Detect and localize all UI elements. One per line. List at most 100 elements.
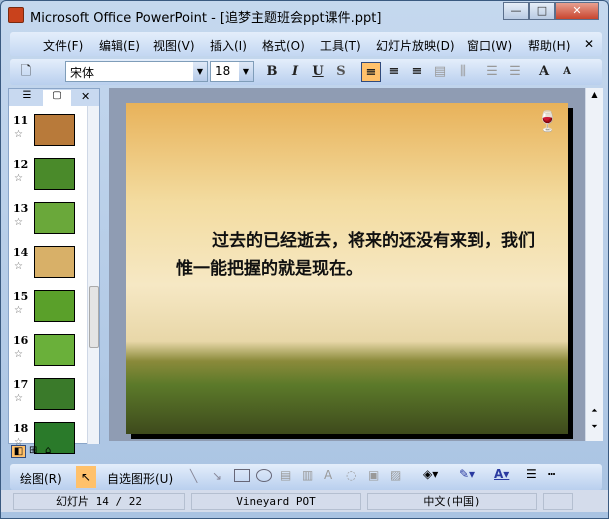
bullets-icon[interactable]: ☰ — [505, 62, 525, 82]
clipart-icon[interactable]: ▣ — [368, 468, 379, 482]
align-center-button[interactable]: ≡ — [384, 62, 404, 82]
select-pointer-icon[interactable]: ↖ — [76, 466, 96, 488]
menu-format[interactable]: 格式(O) — [262, 37, 305, 54]
editor-scrollbar[interactable]: ▲ ⏶ ⏷ — [585, 88, 603, 441]
slide-editor: 🍷 过去的已经逝去，将来的还没有来到，我们惟一能把握的就是现在。 — [109, 88, 585, 441]
minimize-button[interactable]: — — [503, 2, 529, 20]
chevron-down-icon: ▼ — [193, 62, 207, 81]
textbox-icon[interactable]: ▤ — [280, 468, 291, 482]
outline-tab[interactable]: ☰ — [13, 90, 41, 105]
bold-button[interactable]: B — [262, 62, 282, 82]
slideshow-icon[interactable]: ⌂ — [45, 445, 51, 456]
menu-file[interactable]: 文件(F) — [43, 37, 83, 54]
menu-edit[interactable]: 编辑(E) — [99, 37, 140, 54]
animation-star-icon: ☆ — [14, 217, 23, 228]
font-value: 宋体 — [70, 66, 95, 80]
close-pane-button[interactable]: ✕ — [81, 90, 90, 103]
current-slide[interactable]: 🍷 过去的已经逝去，将来的还没有来到，我们惟一能把握的就是现在。 — [126, 103, 568, 434]
powerpoint-icon — [8, 7, 24, 23]
slide-thumbnail[interactable] — [34, 378, 75, 410]
underline-button[interactable]: U — [308, 62, 328, 82]
slide-number: 17 — [13, 378, 29, 391]
language-status: 中文(中国) — [367, 493, 537, 510]
line-color-icon[interactable]: ✎▾ — [459, 467, 475, 481]
autoshapes-menu[interactable]: 自选图形(U) — [107, 470, 173, 487]
draw-menu[interactable]: 绘图(R) — [20, 470, 62, 487]
slide-count: 幻灯片 14 / 22 — [13, 493, 185, 510]
oval-icon[interactable] — [256, 469, 272, 482]
pane-tabs: ☰ ▢ ✕ — [9, 89, 99, 106]
slide-thumbnail-row[interactable]: 13 ☆ — [11, 202, 89, 242]
font-color-icon[interactable]: A▾ — [494, 467, 509, 481]
align-left-button[interactable]: ≡ — [361, 62, 381, 82]
fill-color-icon[interactable]: ◈▾ — [423, 467, 438, 481]
view-buttons: ◧ ⊞ ⌂ — [9, 445, 99, 461]
rectangle-icon[interactable] — [234, 469, 250, 482]
numbering-icon[interactable]: ☰ — [482, 62, 502, 82]
next-slide-icon[interactable]: ⏷ — [586, 422, 603, 432]
title-bar: Microsoft Office PowerPoint - [追梦主题班会ppt… — [1, 1, 608, 29]
new-document-icon[interactable]: 🗋 — [16, 62, 36, 82]
slide-thumbnail[interactable] — [34, 290, 75, 322]
normal-view-icon[interactable]: ◧ — [11, 445, 26, 458]
maximize-button[interactable]: □ — [529, 2, 555, 20]
menu-tools[interactable]: 工具(T) — [320, 37, 361, 54]
animation-star-icon: ☆ — [14, 173, 23, 184]
italic-button[interactable]: I — [285, 62, 305, 82]
slide-number: 15 — [13, 290, 29, 303]
slide-thumbnail-row[interactable]: 11 ☆ — [11, 114, 89, 154]
slides-tab[interactable]: ▢ — [43, 90, 71, 106]
diagram-icon[interactable]: ◌ — [346, 468, 356, 482]
arrow-icon[interactable]: ↘ — [212, 469, 222, 483]
slide-thumbnail[interactable] — [34, 202, 75, 234]
formatting-toolbar: 🗋 宋体 ▼ 18 ▼ B I U S ≡ ≡ ≡ ▤ ⫼ ☰ ☰ A A — [10, 59, 602, 85]
window-title: Microsoft Office PowerPoint - [追梦主题班会ppt… — [30, 11, 382, 26]
distribute-icon[interactable]: ▤ — [430, 62, 450, 82]
menu-close-doc[interactable]: ✕ — [584, 37, 594, 51]
scroll-up-icon[interactable]: ▲ — [586, 90, 603, 99]
scrollbar-thumb[interactable] — [89, 286, 99, 348]
line-spacing-icon[interactable]: ⫼ — [453, 62, 473, 82]
slide-text[interactable]: 过去的已经逝去，将来的还没有来到，我们惟一能把握的就是现在。 — [176, 227, 536, 283]
slide-thumbnail[interactable] — [34, 246, 75, 278]
shadow-button[interactable]: S — [331, 62, 351, 82]
slide-number: 11 — [13, 114, 29, 127]
line-style-icon[interactable]: ☰ — [526, 467, 537, 481]
picture-icon[interactable]: ▨ — [390, 468, 401, 482]
menu-slideshow[interactable]: 幻灯片放映(D) — [376, 37, 455, 54]
dash-style-icon[interactable]: ┅ — [548, 467, 555, 481]
vertical-textbox-icon[interactable]: ▥ — [302, 468, 313, 482]
animation-star-icon: ☆ — [14, 129, 23, 140]
pane-scrollbar[interactable] — [87, 106, 99, 444]
shrink-font-button[interactable]: A — [557, 62, 577, 82]
menu-bar: 文件(F) 编辑(E) 视图(V) 插入(I) 格式(O) 工具(T) 幻灯片放… — [10, 32, 602, 56]
menu-help[interactable]: 帮助(H) — [528, 37, 570, 54]
slide-thumbnail-row[interactable]: 16 ☆ — [11, 334, 89, 374]
slide-thumbnail[interactable] — [34, 114, 75, 146]
line-icon[interactable]: ╲ — [190, 469, 197, 483]
slide-thumbnail-row[interactable]: 14 ☆ — [11, 246, 89, 286]
slide-thumbnail-row[interactable]: 15 ☆ — [11, 290, 89, 330]
menu-insert[interactable]: 插入(I) — [210, 37, 247, 54]
chevron-down-icon: ▼ — [239, 62, 253, 81]
prev-slide-icon[interactable]: ⏶ — [586, 406, 603, 416]
close-button[interactable]: ✕ — [555, 2, 599, 20]
slide-number: 18 — [13, 422, 29, 435]
animation-star-icon: ☆ — [14, 305, 23, 316]
menu-view[interactable]: 视图(V) — [153, 37, 195, 54]
align-right-button[interactable]: ≡ — [407, 62, 427, 82]
wordart-icon[interactable]: A — [324, 468, 332, 482]
drawing-toolbar: 绘图(R) ↖ 自选图形(U) ╲ ↘ ▤ ▥ A ◌ ▣ ▨ ◈▾ ✎▾ A▾… — [10, 464, 602, 490]
slides-pane: ☰ ▢ ✕ 11 ☆ 12 ☆ 13 ☆ 14 ☆ 15 ☆ 16 ☆ 17 ☆… — [8, 88, 100, 454]
grow-font-button[interactable]: A — [534, 62, 554, 82]
slide-sorter-icon[interactable]: ⊞ — [29, 445, 37, 456]
status-bar: 幻灯片 14 / 22 Vineyard POT 中文(中国) — [1, 490, 608, 512]
menu-window[interactable]: 窗口(W) — [467, 37, 512, 54]
slide-thumbnail-row[interactable]: 12 ☆ — [11, 158, 89, 198]
font-size-select[interactable]: 18 ▼ — [210, 61, 254, 82]
font-select[interactable]: 宋体 ▼ — [65, 61, 208, 82]
slide-number: 12 — [13, 158, 29, 171]
slide-thumbnail-row[interactable]: 17 ☆ — [11, 378, 89, 418]
slide-thumbnail[interactable] — [34, 158, 75, 190]
slide-thumbnail[interactable] — [34, 334, 75, 366]
